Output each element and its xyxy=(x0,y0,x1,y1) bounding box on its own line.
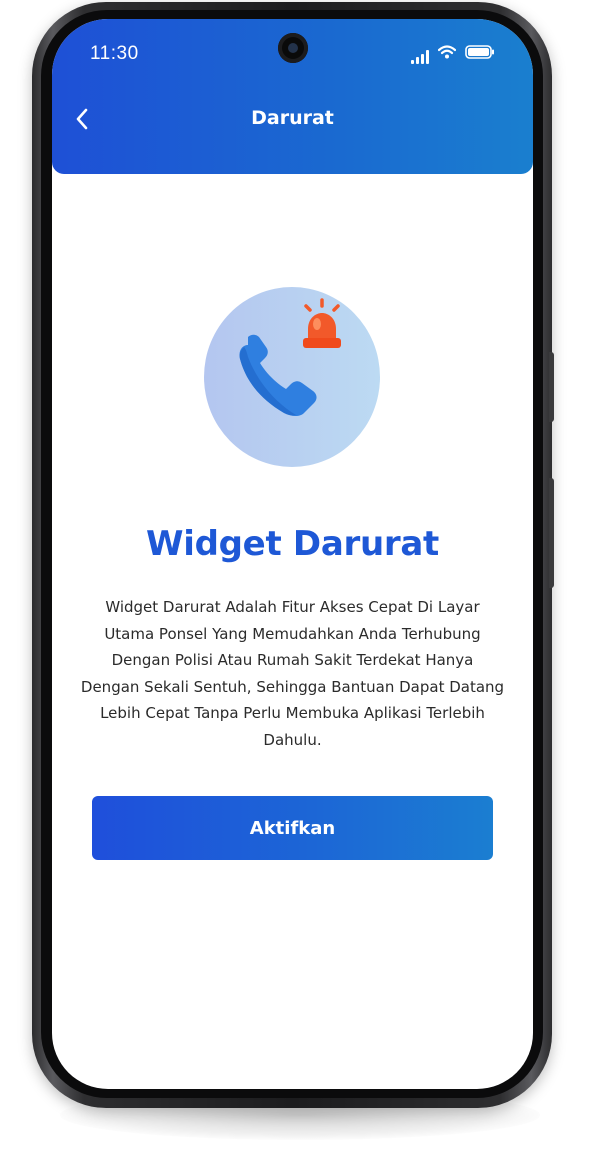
front-camera xyxy=(278,33,308,63)
wifi-icon xyxy=(437,45,457,64)
illustration-graphic xyxy=(239,298,341,416)
page-title: Darurat xyxy=(251,107,334,129)
app-screen: 11:30 Darurat Widget Darurat Widget Daru… xyxy=(52,19,533,1089)
battery-icon xyxy=(465,45,495,64)
feature-description: Widget Darurat Adalah Fitur Akses Cepat … xyxy=(80,598,505,749)
status-icons xyxy=(411,45,495,64)
emergency-illustration xyxy=(204,287,380,467)
volume-button xyxy=(549,478,554,588)
signal-icon xyxy=(411,50,429,64)
status-time: 11:30 xyxy=(90,43,139,64)
siren-icon xyxy=(303,298,341,348)
feature-heading: Widget Darurat xyxy=(146,524,439,564)
activate-button[interactable]: Aktifkan xyxy=(92,796,493,860)
app-header: 11:30 Darurat xyxy=(52,19,533,174)
status-bar: 11:30 xyxy=(52,19,533,89)
power-button xyxy=(549,352,554,422)
navigation-bar: Darurat xyxy=(52,99,533,143)
